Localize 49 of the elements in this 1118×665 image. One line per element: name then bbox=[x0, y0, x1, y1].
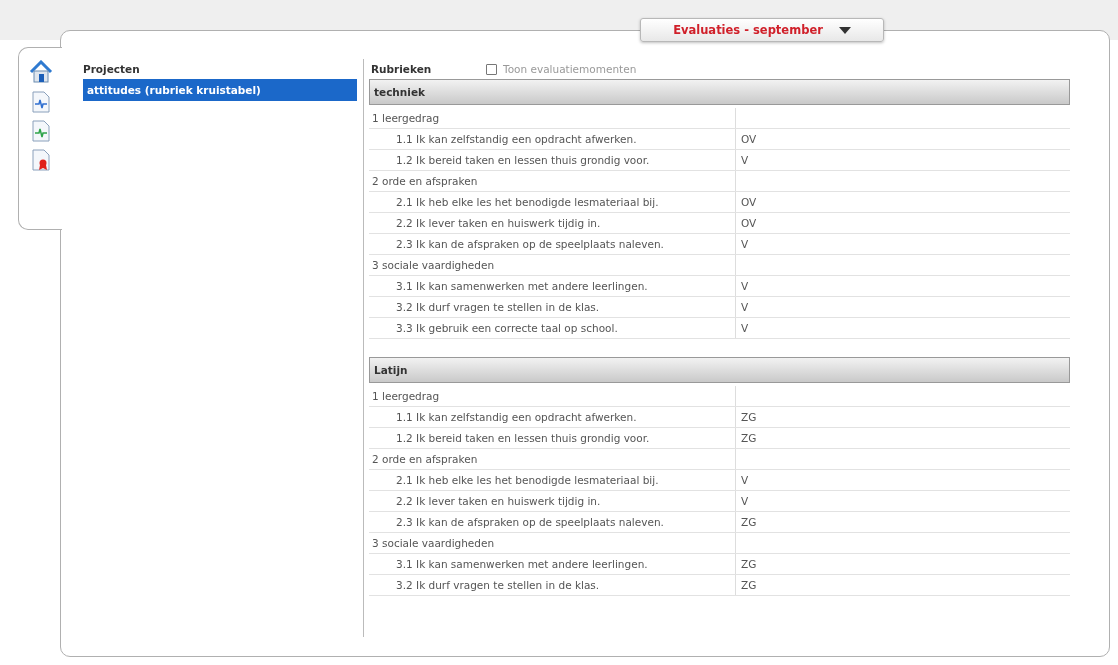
document-icon[interactable] bbox=[31, 91, 50, 113]
score-value: V bbox=[735, 276, 1070, 296]
home-icon[interactable] bbox=[28, 60, 53, 84]
criterion-label: 2.2 Ik lever taken en huiswerk tijdig in. bbox=[395, 217, 602, 229]
group-label: 2 orde en afspraken bbox=[371, 453, 479, 465]
criterion-label: 1.2 Ik bereid taken en lessen thuis grondig voor. bbox=[395, 432, 651, 444]
score-value: ZG bbox=[735, 428, 1070, 448]
criterion-label: 2.1 Ik heb elke les het benodigde lesmateriaal bij. bbox=[395, 196, 660, 208]
document-icon[interactable] bbox=[31, 120, 50, 142]
score-value: V bbox=[735, 150, 1070, 170]
score-value: OV bbox=[735, 129, 1070, 149]
score-value: OV bbox=[735, 192, 1070, 212]
column-heading: Projecten bbox=[83, 62, 141, 77]
criterion-label: 2.3 Ik kan de afspraken op de speelplaats naleven. bbox=[395, 238, 665, 250]
criterion-label: 2.1 Ik heb elke les het benodigde lesmateriaal bij. bbox=[395, 474, 660, 486]
criterion-label: 1.2 Ik bereid taken en lessen thuis grondig voor. bbox=[395, 154, 651, 166]
criterion-label: 1.1 Ik kan zelfstandig een opdracht afwerken. bbox=[395, 133, 638, 145]
criterion-label: 3.2 Ik durf vragen te stellen in de klas. bbox=[395, 579, 601, 591]
score-value: V bbox=[735, 234, 1070, 254]
criterion-label: 3.1 Ik kan samenwerken met andere leerlingen. bbox=[395, 558, 649, 570]
certificate-icon[interactable] bbox=[31, 149, 50, 171]
section-header: techniek bbox=[369, 79, 1070, 105]
score-value: V bbox=[735, 297, 1070, 317]
score-value: ZG bbox=[735, 554, 1070, 574]
criterion-label: 3.3 Ik gebruik een correcte taal op school. bbox=[395, 322, 619, 334]
score-value: ZG bbox=[735, 407, 1070, 427]
criterion-label: 3.1 Ik kan samenwerken met andere leerlingen. bbox=[395, 280, 649, 292]
checkbox[interactable] bbox=[486, 63, 497, 75]
group-label: 3 sociale vaardigheden bbox=[371, 537, 496, 549]
group-label: 2 orde en afspraken bbox=[371, 175, 479, 187]
score-value: ZG bbox=[735, 575, 1070, 595]
checkbox-label: Toon evaluatiemomenten bbox=[503, 63, 637, 75]
group-label: 3 sociale vaardigheden bbox=[371, 259, 496, 271]
score-value: V bbox=[735, 491, 1070, 511]
column-heading: Rubrieken bbox=[370, 62, 433, 77]
criterion-label: 3.2 Ik durf vragen te stellen in de klas. bbox=[395, 301, 601, 313]
section-header: Latijn bbox=[369, 357, 1070, 383]
score-value: ZG bbox=[735, 512, 1070, 532]
period-dropdown[interactable]: Evaluaties - september bbox=[640, 18, 884, 42]
score-value: V bbox=[735, 318, 1070, 338]
score-value: OV bbox=[735, 213, 1070, 233]
project-item[interactable]: attitudes (rubriek kruistabel) bbox=[83, 79, 357, 101]
group-label: 1 leergedrag bbox=[371, 112, 441, 124]
criterion-label: 2.3 Ik kan de afspraken op de speelplaats naleven. bbox=[395, 516, 665, 528]
criterion-label: 1.1 Ik kan zelfstandig een opdracht afwerken. bbox=[395, 411, 638, 423]
score-value: V bbox=[735, 470, 1070, 490]
group-label: 1 leergedrag bbox=[371, 390, 441, 402]
caret-icon bbox=[838, 26, 851, 34]
criterion-label: 2.2 Ik lever taken en huiswerk tijdig in. bbox=[395, 495, 602, 507]
